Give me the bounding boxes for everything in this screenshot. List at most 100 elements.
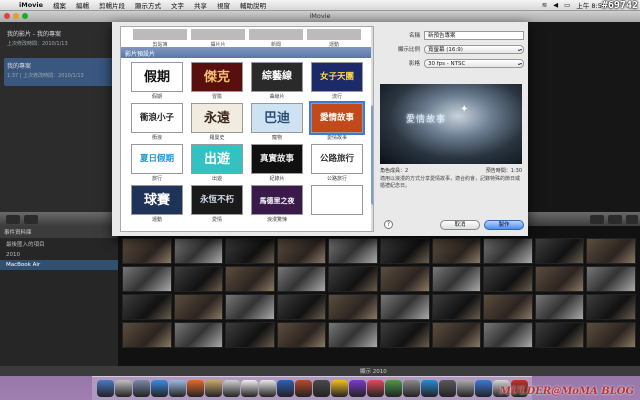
wifi-icon[interactable]: ≋ <box>542 1 547 9</box>
dock-app-icon[interactable] <box>222 380 240 397</box>
clip-thumbnail[interactable] <box>379 238 430 264</box>
theme-item[interactable]: 愛情故事 愛情故事 <box>309 101 365 141</box>
theme-item[interactable]: 假期 假期 <box>131 62 183 100</box>
clip-thumbnail[interactable] <box>276 322 327 348</box>
theme-item[interactable]: 球賽 運動 <box>131 185 183 223</box>
clip-thumbnail[interactable] <box>431 266 482 292</box>
create-button[interactable]: 製作 <box>484 220 524 230</box>
theme-item[interactable]: 巴迪 寵物 <box>251 103 303 141</box>
trailer-preview[interactable]: ✦ 愛情故事 <box>380 84 522 164</box>
clip-thumbnail[interactable] <box>225 294 275 320</box>
menu-text[interactable]: 文字 <box>166 0 189 10</box>
clip-thumbnail[interactable] <box>328 322 378 348</box>
minimize-window-button[interactable] <box>13 13 19 19</box>
theme-item[interactable]: 攝片片 <box>191 29 245 48</box>
theme-item[interactable]: 剪貼簿 <box>133 29 187 48</box>
scrollbar-thumb[interactable] <box>371 105 373 205</box>
theme-item[interactable] <box>311 185 363 223</box>
clip-thumbnail[interactable] <box>122 294 172 320</box>
camera-import-button[interactable] <box>6 215 20 224</box>
clip-thumbnail[interactable] <box>534 322 585 348</box>
help-icon[interactable]: ? <box>384 220 393 229</box>
theme-item[interactable]: 出遊 出遊 <box>191 144 243 182</box>
dock-app-icon[interactable] <box>474 380 492 397</box>
clip-thumbnail[interactable] <box>586 322 636 348</box>
clip-thumbnail[interactable] <box>328 294 378 320</box>
project-item[interactable]: 我的影片 - 我的專案 上次修改時間：2010/1/13 <box>4 26 114 54</box>
dock-app-icon[interactable] <box>402 380 420 397</box>
theme-item[interactable]: 真實故事 紀錄片 <box>251 144 303 182</box>
theme-item[interactable]: 衝浪小子 衝浪 <box>131 103 183 141</box>
name-field[interactable]: 新預告專案 <box>424 30 524 40</box>
dock-app-icon[interactable] <box>204 380 222 397</box>
dock-app-icon[interactable] <box>330 380 348 397</box>
clip-thumbnail[interactable] <box>483 238 533 264</box>
theme-item[interactable]: 公路旅行 公路旅行 <box>311 144 363 182</box>
clip-thumbnail[interactable] <box>586 266 636 292</box>
clip-thumbnail[interactable] <box>122 322 172 348</box>
clip-thumbnail[interactable] <box>483 266 533 292</box>
theme-item[interactable]: 綜藝線 曲線片 <box>251 62 303 100</box>
titles-browser-button[interactable] <box>626 215 638 224</box>
clip-thumbnail[interactable] <box>379 266 430 292</box>
clip-thumbnail[interactable] <box>431 294 482 320</box>
dock-app-icon[interactable] <box>348 380 366 397</box>
dock-app-icon[interactable] <box>312 380 330 397</box>
dock-app-icon[interactable] <box>240 380 258 397</box>
clip-thumbnail[interactable] <box>328 266 378 292</box>
clip-thumbnail[interactable] <box>225 266 275 292</box>
menu-app-name[interactable]: iMovie <box>14 1 48 9</box>
cancel-button[interactable]: 取消 <box>440 220 480 230</box>
frame-rate-popup[interactable]: 30 fps - NTSC <box>424 58 524 68</box>
clip-thumbnail[interactable] <box>379 294 430 320</box>
clip-thumbnail[interactable] <box>534 266 585 292</box>
theme-item[interactable]: 新聞 <box>249 29 303 48</box>
clip-thumbnail[interactable] <box>173 238 224 264</box>
clip-thumbnail[interactable] <box>534 294 585 320</box>
clip-thumbnail[interactable] <box>122 266 172 292</box>
music-browser-button[interactable] <box>590 215 604 224</box>
dock-app-icon[interactable] <box>456 380 474 397</box>
battery-icon[interactable]: ▭ <box>564 1 570 9</box>
clip-thumbnail[interactable] <box>586 238 636 264</box>
clip-thumbnail[interactable] <box>534 238 585 264</box>
clip-thumbnail[interactable] <box>173 294 224 320</box>
clip-thumbnail[interactable] <box>483 294 533 320</box>
clip-thumbnail[interactable] <box>431 322 482 348</box>
swap-events-projects-button[interactable] <box>24 215 38 224</box>
dock-app-icon[interactable] <box>186 380 204 397</box>
dock-app-icon[interactable] <box>96 380 114 397</box>
dock-app-icon[interactable] <box>276 380 294 397</box>
event-row-macbook-air[interactable]: MacBook Air <box>0 260 118 270</box>
clip-thumbnail[interactable] <box>431 238 482 264</box>
theme-item[interactable]: 傑克 冒險 <box>191 62 243 100</box>
clip-thumbnail[interactable] <box>225 238 275 264</box>
clip-thumbnail[interactable] <box>122 238 172 264</box>
menu-file[interactable]: 檔案 <box>48 0 71 10</box>
aspect-ratio-popup[interactable]: 寬螢幕 (16:9) <box>424 44 524 54</box>
dock-app-icon[interactable] <box>132 380 150 397</box>
clip-thumbnail[interactable] <box>225 322 275 348</box>
theme-scrollbar[interactable] <box>371 27 373 231</box>
theme-item[interactable]: 夏日假期 旅行 <box>131 144 183 182</box>
theme-item[interactable]: 馬德里之夜 浪漫驚悚 <box>251 185 303 223</box>
menu-clip[interactable]: 剪輯片段 <box>94 0 130 10</box>
theme-item[interactable]: 永遠 羅曼史 <box>191 103 243 141</box>
menu-help[interactable]: 輔助說明 <box>235 0 271 10</box>
dock-app-icon[interactable] <box>420 380 438 397</box>
clip-thumbnail[interactable] <box>276 266 327 292</box>
clip-thumbnail[interactable] <box>173 322 224 348</box>
dock-app-icon[interactable] <box>258 380 276 397</box>
clip-thumbnail[interactable] <box>483 322 533 348</box>
menu-share[interactable]: 共享 <box>189 0 212 10</box>
close-window-button[interactable] <box>4 13 10 19</box>
theme-item[interactable]: 運動 <box>307 29 361 48</box>
photo-browser-button[interactable] <box>608 215 622 224</box>
clip-thumbnail[interactable] <box>173 266 224 292</box>
theme-item[interactable]: 女子天團 流行 <box>311 62 363 100</box>
dock-app-icon[interactable] <box>150 380 168 397</box>
zoom-window-button[interactable] <box>22 13 28 19</box>
dock-app-icon[interactable] <box>366 380 384 397</box>
clip-thumbnail[interactable] <box>276 238 327 264</box>
menu-view[interactable]: 顯示方式 <box>130 0 166 10</box>
